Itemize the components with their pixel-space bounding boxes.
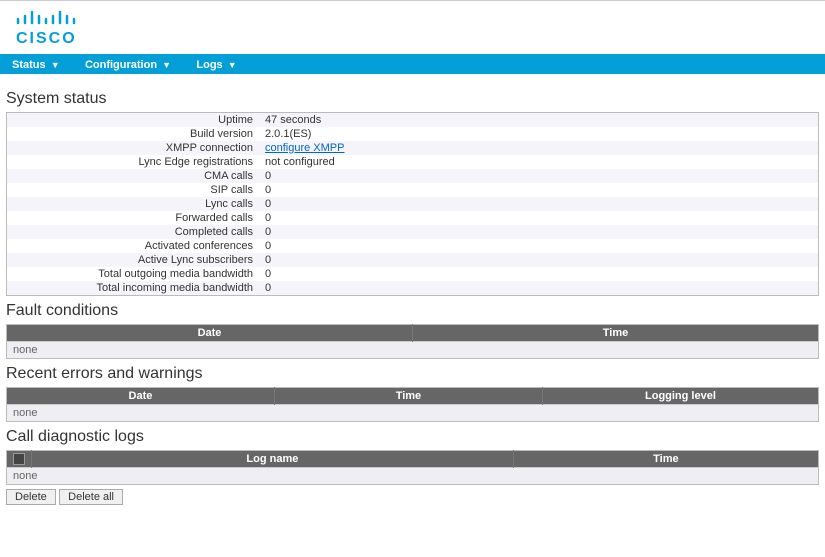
cisco-logo: CISCO [14, 7, 84, 50]
status-value: not configured [259, 155, 818, 169]
column-header-date: Date [7, 388, 275, 405]
section-title-fault-conditions: Fault conditions [6, 302, 819, 320]
recent-errors-empty: none [7, 405, 819, 422]
section-title-recent-errors: Recent errors and warnings [6, 365, 819, 383]
section-title-system-status: System status [6, 90, 819, 108]
status-value: 2.0.1(ES) [259, 127, 818, 141]
status-label: Lync calls [7, 197, 259, 211]
status-value: 0 [259, 281, 818, 295]
recent-errors-table: Date Time Logging level none [6, 387, 819, 422]
status-value: 0 [259, 239, 818, 253]
status-value: 0 [259, 253, 818, 267]
logo-area: CISCO [0, 1, 825, 54]
status-label: Activated conferences [7, 239, 259, 253]
call-logs-empty: none [7, 468, 819, 485]
status-value: 0 [259, 211, 818, 225]
status-label: Total outgoing media bandwidth [7, 267, 259, 281]
delete-all-button[interactable]: Delete all [59, 489, 123, 505]
chevron-down-icon: ▼ [162, 60, 171, 70]
status-label: Uptime [7, 113, 259, 127]
column-header-logging-level: Logging level [542, 388, 818, 405]
delete-button[interactable]: Delete [6, 489, 56, 505]
cisco-logo-text: CISCO [16, 30, 77, 47]
status-label: Total incoming media bandwidth [7, 281, 259, 295]
status-value: 0 [259, 197, 818, 211]
status-label: CMA calls [7, 169, 259, 183]
status-value: 0 [259, 267, 818, 281]
column-header-time: Time [513, 451, 818, 468]
system-status-table: Uptime47 seconds Build version2.0.1(ES) … [6, 112, 819, 296]
status-value: 47 seconds [259, 113, 818, 127]
nav-status[interactable]: Status ▼ [12, 56, 60, 74]
call-logs-table: Log name Time none [6, 450, 819, 485]
nav-status-label: Status [12, 59, 46, 71]
column-header-time: Time [413, 325, 819, 342]
nav-configuration[interactable]: Configuration ▼ [85, 56, 171, 74]
status-label: SIP calls [7, 183, 259, 197]
status-label: Active Lync subscribers [7, 253, 259, 267]
nav-logs-label: Logs [196, 59, 222, 71]
nav-logs[interactable]: Logs ▼ [196, 56, 236, 74]
call-logs-button-row: Delete Delete all [6, 489, 819, 505]
column-header-log-name: Log name [32, 451, 514, 468]
status-label: Build version [7, 127, 259, 141]
chevron-down-icon: ▼ [51, 60, 60, 70]
status-value: 0 [259, 169, 818, 183]
status-value: 0 [259, 225, 818, 239]
status-value: 0 [259, 183, 818, 197]
configure-xmpp-link[interactable]: configure XMPP [265, 142, 344, 154]
nav-configuration-label: Configuration [85, 59, 157, 71]
fault-conditions-empty: none [7, 342, 819, 359]
column-header-date: Date [7, 325, 413, 342]
status-label: Forwarded calls [7, 211, 259, 225]
checkbox-icon[interactable] [13, 453, 25, 465]
status-label: XMPP connection [7, 141, 259, 155]
status-label: Lync Edge registrations [7, 155, 259, 169]
column-header-checkbox[interactable] [7, 451, 32, 468]
column-header-time: Time [274, 388, 542, 405]
fault-conditions-table: Date Time none [6, 324, 819, 359]
status-value: configure XMPP [259, 141, 818, 155]
chevron-down-icon: ▼ [228, 60, 237, 70]
nav-bar: Status ▼ Configuration ▼ Logs ▼ [0, 54, 825, 74]
status-label: Completed calls [7, 225, 259, 239]
section-title-call-logs: Call diagnostic logs [6, 428, 819, 446]
